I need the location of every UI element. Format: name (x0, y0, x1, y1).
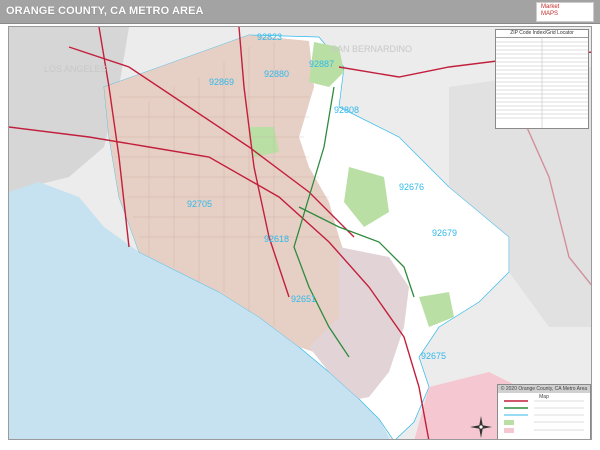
place-label: LOS ANGELES (44, 64, 107, 74)
zip-label: 92869 (209, 77, 234, 87)
compass-rose-icon (470, 416, 492, 438)
zip-label: 92651 (291, 294, 316, 304)
logo-text: Market MAPS (541, 4, 560, 17)
zip-label: 92808 (334, 105, 359, 115)
zip-label: 92679 (432, 228, 457, 238)
zip-label: 92618 (264, 234, 289, 244)
zip-index-lines (496, 38, 588, 128)
place-label: SAN BERNARDINO (331, 44, 412, 54)
zip-label: 92676 (399, 182, 424, 192)
header-bar: ORANGE COUNTY, CA METRO AREA Market MAPS (0, 0, 600, 24)
map-legend: © 2020 Orange County, CA Metro Area Map (497, 384, 591, 439)
zip-label: 92880 (264, 69, 289, 79)
zip-index-heading: ZIP Code Index/Grid Locator (496, 30, 588, 38)
zip-label: 92675 (421, 351, 446, 361)
market-maps-logo: Market MAPS (536, 2, 594, 22)
legend-heading: © 2020 Orange County, CA Metro Area Map (498, 385, 590, 400)
zip-label: 92823 (257, 32, 282, 42)
map-title: ORANGE COUNTY, CA METRO AREA (6, 5, 204, 17)
zip-index-table: ZIP Code Index/Grid Locator (495, 29, 589, 129)
zip-label: 92705 (187, 199, 212, 209)
map-canvas[interactable]: 92869 92823 92887 92880 92808 92676 9267… (8, 26, 592, 440)
zip-label: 92887 (309, 59, 334, 69)
park-central (249, 127, 279, 157)
